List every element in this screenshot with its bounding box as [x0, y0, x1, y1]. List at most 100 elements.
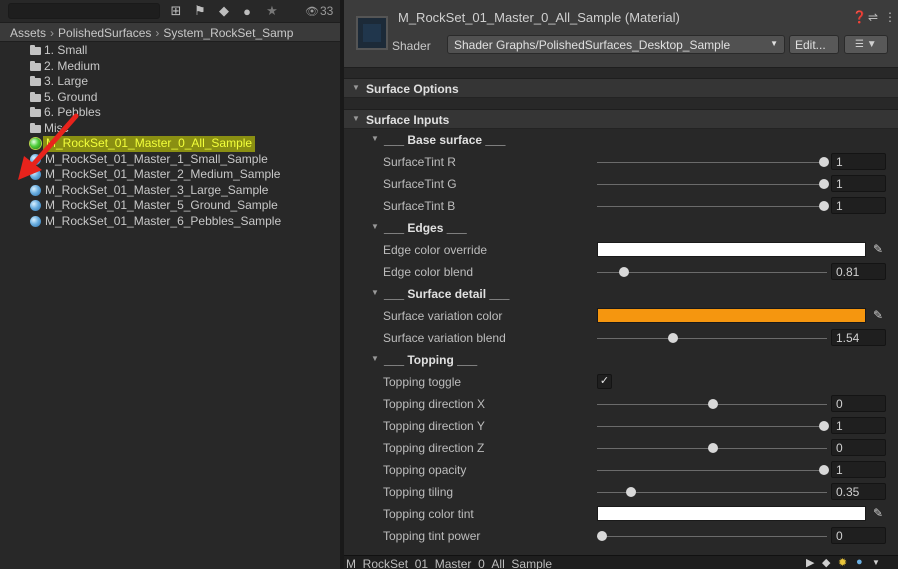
number-field[interactable]: 1: [831, 417, 886, 434]
folder-item[interactable]: Misc: [0, 121, 340, 137]
folder-icon: [30, 122, 41, 133]
section-surface-options[interactable]: ▼ Surface Options: [344, 78, 898, 98]
number-field[interactable]: 1: [831, 197, 886, 214]
slider-knob[interactable]: [708, 443, 718, 453]
slider-track[interactable]: [597, 184, 827, 185]
property-label: SurfaceTint R: [383, 155, 456, 169]
material-icon: [30, 184, 41, 196]
slider-knob[interactable]: [597, 531, 607, 541]
mesh-icon[interactable]: ◆: [822, 556, 830, 569]
group-base-surface[interactable]: ▼ ___ Base surface ___: [344, 129, 898, 151]
property-label: Topping direction Z: [383, 441, 485, 455]
number-field[interactable]: 1: [831, 461, 886, 478]
dropdown-arrow-icon[interactable]: ▼: [872, 558, 880, 567]
group-topping[interactable]: ▼ ___ Topping ___: [344, 349, 898, 371]
slider-track[interactable]: [597, 338, 827, 339]
collapse-arrow-icon: ▼: [352, 114, 360, 123]
slider-knob[interactable]: [708, 399, 718, 409]
asset-item[interactable]: M_RockSet_01_Master_6_Pebbles_Sample: [0, 214, 340, 230]
slider-knob[interactable]: [819, 421, 829, 431]
slider-knob[interactable]: [625, 487, 636, 497]
folder-icon: [30, 60, 41, 71]
property-row-topping-tiling: Topping tiling 0.35: [344, 481, 898, 503]
hidden-count-value: 33: [319, 4, 334, 18]
sphere-preview-icon[interactable]: ●: [856, 556, 863, 568]
number-field[interactable]: 0: [831, 395, 886, 412]
color-swatch[interactable]: [597, 242, 866, 257]
breadcrumb-item[interactable]: System_RockSet_Samp: [163, 26, 293, 40]
collapse-arrow-icon: ▼: [371, 354, 379, 363]
hidden-count[interactable]: 👁33: [305, 4, 333, 18]
eyedropper-icon[interactable]: ✎: [870, 308, 886, 323]
slider-knob[interactable]: [668, 333, 679, 343]
search-input[interactable]: [8, 3, 160, 19]
number-field[interactable]: 0: [831, 527, 886, 544]
property-label: Topping tint power: [383, 529, 481, 543]
folder-item[interactable]: 2. Medium: [0, 59, 340, 75]
breadcrumb-item[interactable]: Assets: [10, 26, 46, 40]
slider-track[interactable]: [597, 206, 827, 207]
help-icon[interactable]: ❓: [852, 10, 867, 24]
eye-icon: 👁: [305, 6, 319, 18]
section-surface-inputs[interactable]: ▼ Surface Inputs: [344, 109, 898, 129]
asset-item[interactable]: M_RockSet_01_Master_1_Small_Sample: [0, 152, 340, 168]
edit-shader-button[interactable]: Edit...: [789, 35, 839, 54]
slider-track[interactable]: [597, 272, 827, 273]
number-field[interactable]: 1.54: [831, 329, 886, 346]
slider-knob[interactable]: [619, 267, 630, 277]
shader-options-dropdown[interactable]: ☰ ▼: [844, 35, 888, 54]
light-icon[interactable]: ✹: [838, 556, 847, 569]
folder-icon: [30, 107, 41, 117]
slider-knob[interactable]: [819, 465, 829, 475]
slider-track[interactable]: [597, 426, 827, 427]
property-row-topping-direction-z: Topping direction Z 0: [344, 437, 898, 459]
create-icon[interactable]: ⊞: [168, 3, 184, 19]
number-field[interactable]: 0.81: [831, 263, 886, 280]
asset-item[interactable]: M_RockSet_01_Master_3_Large_Sample: [0, 183, 340, 199]
folder-item[interactable]: 1. Small: [0, 43, 340, 59]
folder-item[interactable]: 5. Ground: [0, 90, 340, 106]
asset-item[interactable]: M_RockSet_01_Master_5_Ground_Sample: [0, 198, 340, 214]
property-label: SurfaceTint B: [383, 199, 456, 213]
info-icon[interactable]: ●: [239, 3, 255, 19]
shader-value: Shader Graphs/PolishedSurfaces_Desktop_S…: [454, 38, 731, 52]
folder-item[interactable]: 6. Pebbles: [0, 105, 340, 121]
collapse-arrow-icon: ▼: [371, 134, 379, 143]
number-field[interactable]: 1: [831, 175, 886, 192]
type-filter-icon[interactable]: ⚑: [192, 3, 208, 19]
property-label: Edge color override: [383, 243, 488, 257]
number-field[interactable]: 0.35: [831, 483, 886, 500]
group-surface-detail[interactable]: ▼ ___ Surface detail ___: [344, 283, 898, 305]
eyedropper-icon[interactable]: ✎: [870, 242, 886, 257]
group-edges[interactable]: ▼ ___ Edges ___: [344, 217, 898, 239]
color-swatch[interactable]: [597, 506, 866, 521]
folder-item[interactable]: 3. Large: [0, 74, 340, 90]
breadcrumb-item[interactable]: PolishedSurfaces: [58, 26, 151, 40]
topping-toggle-checkbox[interactable]: ✓: [597, 374, 612, 389]
slider-knob[interactable]: [819, 201, 829, 211]
shader-dropdown[interactable]: Shader Graphs/PolishedSurfaces_Desktop_S…: [447, 35, 785, 54]
folder-label: 5. Ground: [44, 89, 98, 104]
number-field[interactable]: 0: [831, 439, 886, 456]
asset-label: M_RockSet_01_Master_6_Pebbles_Sample: [45, 213, 282, 228]
color-swatch[interactable]: [597, 308, 866, 323]
label-filter-icon[interactable]: ◆: [216, 3, 232, 19]
property-label: Topping tiling: [383, 485, 454, 499]
favorite-star-icon[interactable]: ★: [264, 3, 280, 19]
slider-knob[interactable]: [819, 157, 829, 167]
asset-item-selected[interactable]: M_RockSet_01_Master_0_All_Sample: [0, 136, 340, 152]
property-label: Edge color blend: [383, 265, 474, 279]
chevron-right-icon: ›: [155, 26, 160, 40]
kebab-menu-icon[interactable]: ⋮: [884, 10, 896, 24]
slider-track[interactable]: [597, 162, 827, 163]
number-field[interactable]: 1: [831, 153, 886, 170]
slider-track[interactable]: [597, 470, 827, 471]
slider-knob[interactable]: [819, 179, 829, 189]
material-preview-icon: [356, 16, 388, 50]
slider-track[interactable]: [597, 536, 827, 537]
preset-icon[interactable]: ⇌: [868, 10, 878, 24]
eyedropper-icon[interactable]: ✎: [870, 506, 886, 521]
property-row-topping-direction-y: Topping direction Y 1: [344, 415, 898, 437]
asset-item[interactable]: M_RockSet_01_Master_2_Medium_Sample: [0, 167, 340, 183]
play-icon[interactable]: ▶: [806, 556, 814, 569]
